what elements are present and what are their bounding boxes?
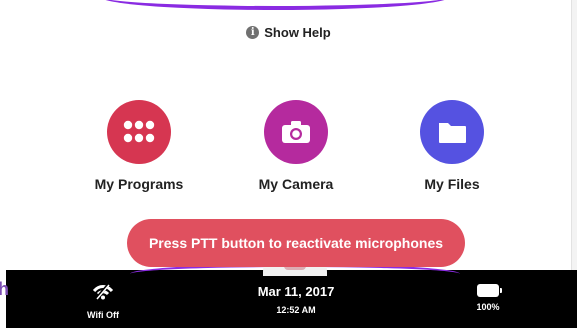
right-edge-panel <box>571 0 577 270</box>
wifi-off-icon <box>92 284 114 300</box>
app-my-files[interactable]: My Files <box>377 100 527 192</box>
ptt-toast: Press PTT button to reactivate microphon… <box>127 219 465 267</box>
time-text: 12:52 AM <box>276 305 316 315</box>
app-my-camera[interactable]: My Camera <box>221 100 371 192</box>
datetime: Mar 11, 2017 12:52 AM <box>246 284 346 315</box>
camera-button[interactable] <box>264 100 328 164</box>
edge-text: h <box>0 279 9 299</box>
wifi-status-label: Wifi Off <box>87 310 119 320</box>
app-my-programs[interactable]: My Programs <box>64 100 214 192</box>
app-label-camera: My Camera <box>258 176 334 192</box>
top-accent-arc <box>100 0 450 10</box>
battery-icon <box>477 284 502 297</box>
grid-icon <box>123 120 155 143</box>
programs-button[interactable] <box>107 100 171 164</box>
date-text: Mar 11, 2017 <box>257 284 335 299</box>
battery-label: 100% <box>476 302 500 312</box>
files-button[interactable] <box>420 100 484 164</box>
battery-status: 100% <box>464 284 512 312</box>
show-help-label: Show Help <box>264 25 331 40</box>
app-label-programs: My Programs <box>94 176 184 192</box>
info-icon: i <box>246 26 260 39</box>
show-help-button[interactable]: i Show Help <box>0 25 577 40</box>
app-label-files: My Files <box>424 176 480 192</box>
wifi-status[interactable]: Wifi Off <box>80 284 126 320</box>
home-screen: i Show Help My Programs My Camera My Fil… <box>0 0 577 328</box>
folder-icon <box>439 123 466 143</box>
camera-icon <box>282 121 310 143</box>
